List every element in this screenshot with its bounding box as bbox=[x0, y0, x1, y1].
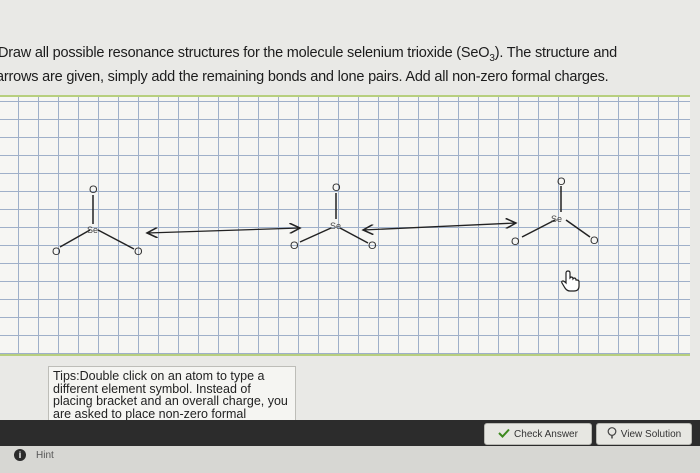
atom-o-top[interactable]: O bbox=[89, 184, 98, 196]
check-answer-label: Check Answer bbox=[514, 428, 578, 440]
tips-box: Tips:Double click on an atom to type a d… bbox=[48, 366, 296, 426]
resonance-arrow-2 bbox=[363, 223, 516, 230]
structure-3[interactable]: O Se O O bbox=[511, 176, 599, 248]
view-solution-label: View Solution bbox=[620, 428, 682, 440]
atom-o-left[interactable]: O bbox=[511, 236, 520, 248]
atom-o-right[interactable]: O bbox=[590, 235, 599, 247]
resonance-structures: O Se O O O Se O O O Se O O bbox=[52, 176, 599, 258]
question-line-2: arrows are given, simply add the remaini… bbox=[0, 68, 609, 85]
question-text: Draw all possible resonance structures f… bbox=[0, 44, 700, 87]
resonance-arrow-1 bbox=[147, 228, 300, 233]
atom-o-left[interactable]: O bbox=[52, 246, 61, 258]
lightbulb-icon bbox=[607, 426, 617, 442]
view-solution-button[interactable]: View Solution bbox=[596, 423, 692, 445]
footer-bar bbox=[0, 446, 700, 473]
atom-se[interactable]: Se bbox=[551, 214, 562, 224]
structure-1[interactable]: O Se O O bbox=[52, 184, 143, 258]
drawing-canvas[interactable]: O Se O O O Se O O O Se O O bbox=[0, 95, 690, 356]
structure-2[interactable]: O Se O O bbox=[290, 182, 377, 252]
atom-o-right[interactable]: O bbox=[134, 246, 143, 258]
check-icon bbox=[498, 428, 510, 441]
hint-label: Hint bbox=[36, 449, 54, 461]
atom-o-top[interactable]: O bbox=[557, 176, 566, 188]
atom-se[interactable]: Se bbox=[330, 221, 341, 231]
answer-toolbar bbox=[0, 420, 700, 446]
hand-cursor-icon bbox=[560, 270, 580, 297]
atom-o-top[interactable]: O bbox=[332, 182, 341, 194]
info-icon: i bbox=[14, 449, 26, 461]
question-line-1: Draw all possible resonance structures f… bbox=[0, 45, 617, 64]
atom-se[interactable]: Se bbox=[87, 225, 98, 235]
atom-o-right[interactable]: O bbox=[368, 240, 377, 252]
check-answer-button[interactable]: Check Answer bbox=[484, 423, 592, 445]
atom-o-left[interactable]: O bbox=[290, 240, 299, 252]
hint-button[interactable]: i Hint bbox=[14, 449, 54, 461]
tips-text: Tips:Double click on an atom to type a d… bbox=[53, 369, 288, 425]
